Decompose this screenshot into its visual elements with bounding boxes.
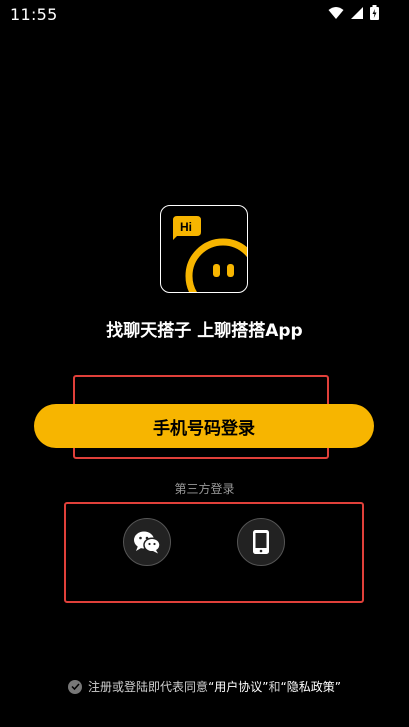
agreement-checkbox[interactable] (68, 679, 83, 694)
agreement-row: 注册或登陆即代表同意“用户协议”和“隐私政策” (0, 678, 409, 695)
wechat-login-button[interactable] (123, 518, 171, 566)
status-time: 11:55 (10, 5, 58, 24)
wechat-icon (134, 531, 161, 554)
check-icon (71, 683, 80, 691)
signal-icon (351, 6, 363, 19)
status-icons (328, 5, 379, 20)
highlight-box-third-party (64, 502, 364, 603)
mobile-login-button[interactable] (237, 518, 285, 566)
user-agreement-link[interactable]: “用户协议” (208, 680, 268, 694)
wifi-icon (328, 6, 344, 19)
agreement-text: 注册或登陆即代表同意 (88, 680, 209, 694)
status-bar: 11:55 (0, 0, 409, 28)
third-party-login-label: 第三方登录 (174, 482, 235, 496)
agreement-and: 和 (268, 680, 281, 694)
battery-icon (370, 5, 379, 20)
privacy-policy-link[interactable]: “隐私政策” (281, 680, 341, 694)
mobile-icon (253, 530, 269, 554)
app-logo: Hi (160, 205, 248, 293)
app-tagline: 找聊天搭子 上聊搭搭App (106, 321, 303, 341)
phone-login-button[interactable]: 手机号码登录 (34, 404, 374, 448)
logo-badge-text: Hi (180, 220, 192, 234)
